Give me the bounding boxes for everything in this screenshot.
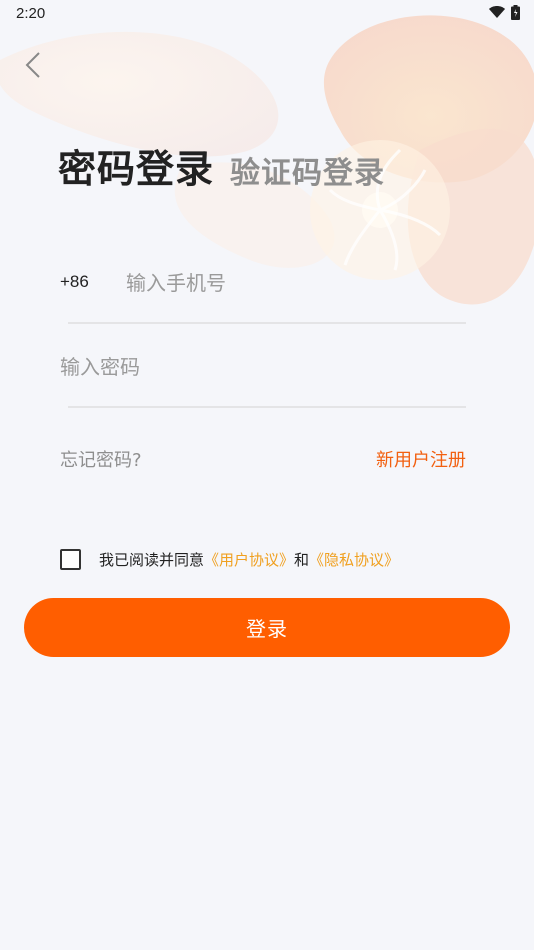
privacy-policy-link[interactable]: 《隐私协议》: [309, 549, 399, 570]
agreement-conjunction: 和: [294, 550, 310, 569]
phone-divider: [68, 322, 466, 324]
login-button[interactable]: 登录: [24, 598, 510, 657]
user-agreement-link[interactable]: 《用户协议》: [204, 549, 294, 570]
agreement-row: 我已阅读并同意 《用户协议》 和 《隐私协议》: [60, 546, 399, 572]
chevron-left-icon: [25, 52, 40, 78]
password-input[interactable]: [60, 352, 460, 382]
status-bar: 2:20: [0, 0, 534, 28]
tab-code-login[interactable]: 验证码登录: [230, 148, 385, 192]
status-icons: [489, 5, 520, 20]
tab-password-login[interactable]: 密码登录: [58, 138, 214, 193]
status-time: 2:20: [16, 5, 46, 22]
password-divider: [68, 406, 466, 408]
agreement-checkbox[interactable]: [60, 548, 81, 570]
wifi-icon: [489, 6, 505, 18]
phone-row: +86: [60, 262, 466, 302]
agreement-prefix: 我已阅读并同意: [99, 550, 205, 569]
forgot-password-link[interactable]: 忘记密码?: [60, 446, 142, 472]
register-link[interactable]: 新用户注册: [376, 446, 466, 472]
back-button[interactable]: [18, 48, 48, 82]
phone-input[interactable]: [126, 268, 456, 298]
battery-icon: [511, 5, 520, 20]
country-code[interactable]: +86: [60, 272, 89, 292]
